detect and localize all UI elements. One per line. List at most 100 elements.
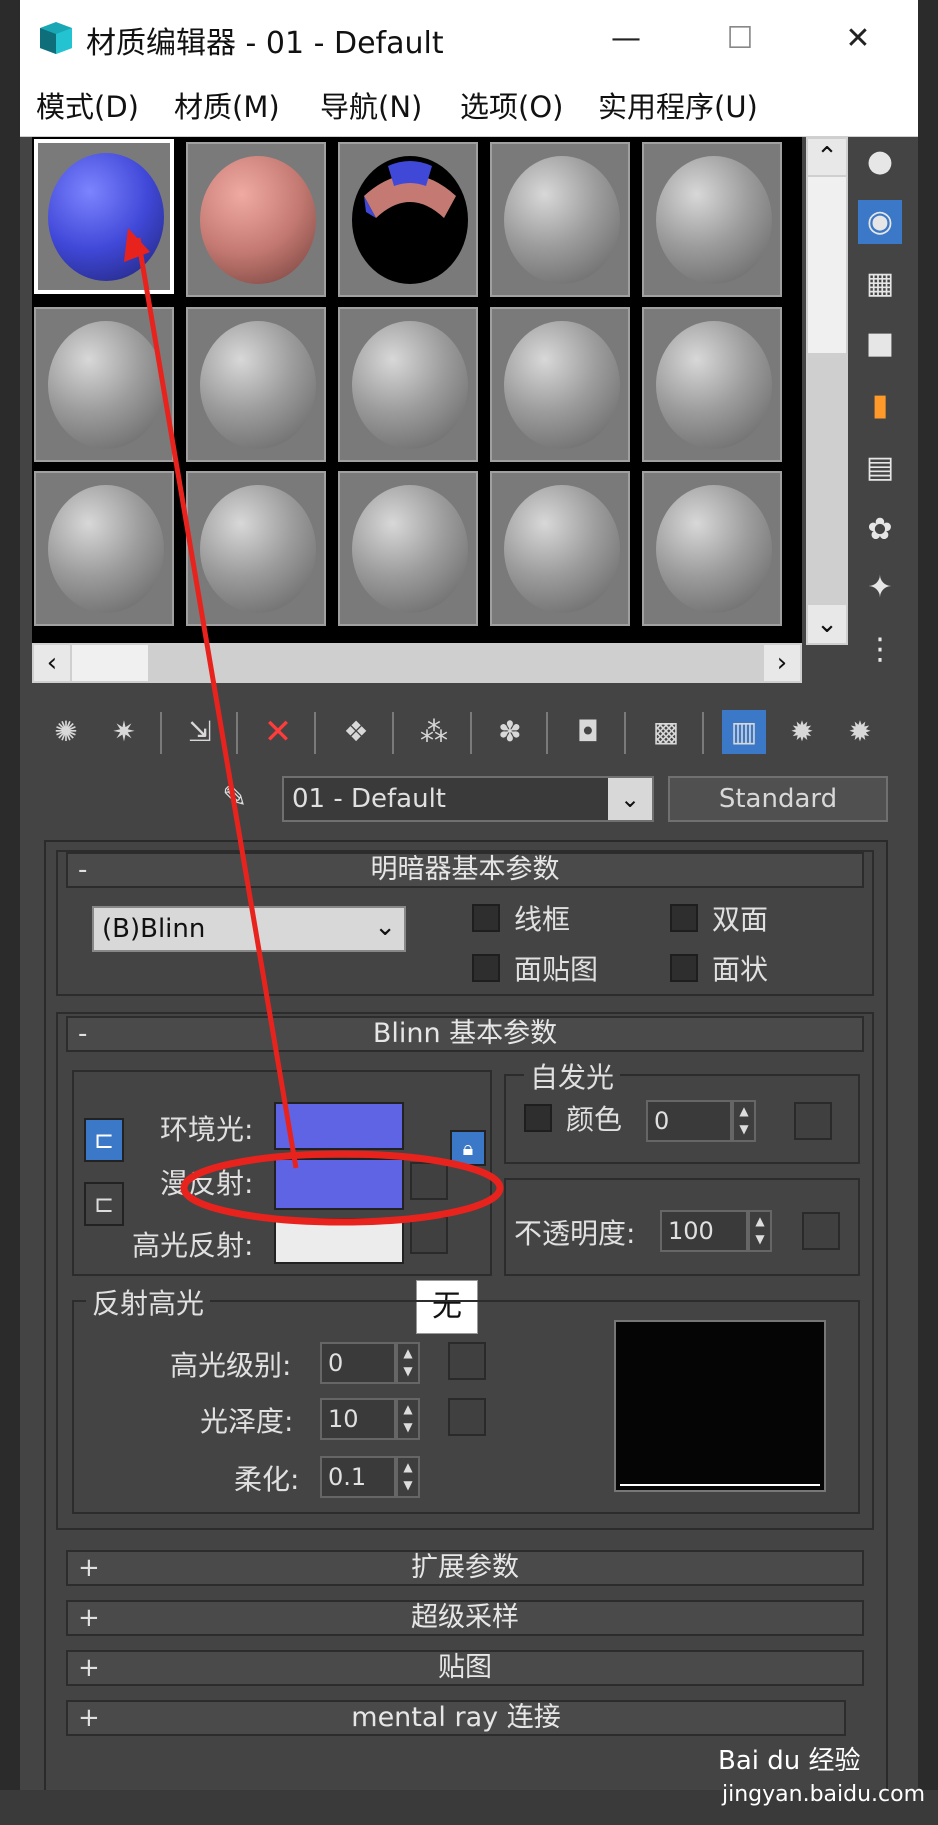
extended-params-header[interactable]: + 扩展参数 (66, 1550, 864, 1586)
sample-type-icon[interactable]: ● (858, 140, 902, 184)
sample-slot-6[interactable] (34, 307, 174, 462)
blinn-basic-header[interactable]: - Blinn 基本参数 (66, 1016, 864, 1052)
slots-horizontal-scrollbar[interactable]: ‹ › (32, 643, 802, 683)
sample-uv-tiling-icon[interactable]: ■ (858, 322, 902, 366)
lock-ambient-diffuse-bracket-icon[interactable]: ⊏ (84, 1118, 124, 1162)
scroll-right-icon[interactable]: › (764, 645, 800, 681)
shader-basic-header[interactable]: - 明暗器基本参数 (66, 852, 864, 888)
material-type-button[interactable]: Standard (668, 776, 888, 822)
make-material-copy-icon[interactable]: ❖ (334, 710, 378, 754)
supersampling-header[interactable]: + 超级采样 (66, 1600, 864, 1636)
scroll-thumb[interactable] (808, 177, 846, 353)
material-id-channel-icon[interactable]: ◘ (566, 710, 610, 754)
maximize-button[interactable]: ☐ (710, 14, 770, 64)
sample-slot-1[interactable] (34, 139, 174, 294)
scroll-down-icon[interactable]: ⌄ (808, 605, 846, 643)
sample-slot-12[interactable] (186, 471, 326, 626)
lock-icon[interactable]: 🔒︎ (450, 1130, 486, 1166)
sample-slots-grid (32, 137, 802, 645)
sphere-icon (352, 156, 468, 284)
toolbar-separator (160, 712, 162, 754)
sample-slot-2[interactable] (186, 142, 326, 297)
menu-options[interactable]: 选项(O) (460, 84, 563, 126)
ambient-color-swatch[interactable] (274, 1102, 404, 1150)
material-map-navigator-icon[interactable]: ⋮ (858, 628, 902, 672)
mental-ray-header[interactable]: + mental ray 连接 (66, 1700, 846, 1736)
opacity-spinner-arrows-icon[interactable]: ▲ ▼ (748, 1210, 772, 1252)
watermark-url: jingyan.baidu.com (722, 1782, 926, 1807)
minimize-button[interactable]: — (596, 14, 656, 64)
menu-utilities[interactable]: 实用程序(U) (598, 84, 758, 126)
sphere-icon (48, 485, 164, 613)
get-material-icon[interactable]: ✺ (44, 710, 88, 754)
select-by-material-icon[interactable]: ✦ (858, 566, 902, 610)
opacity-map-button[interactable] (802, 1212, 840, 1250)
glossiness-label: 光泽度: (200, 1405, 294, 1438)
hscroll-thumb[interactable] (72, 645, 148, 681)
glossiness-map-button[interactable] (448, 1398, 486, 1436)
soften-input[interactable]: 0.1 (320, 1456, 396, 1498)
face-map-checkbox[interactable] (472, 954, 500, 982)
sphere-icon (504, 321, 620, 449)
diffuse-map-button[interactable] (410, 1162, 448, 1200)
faceted-checkbox[interactable] (670, 954, 698, 982)
sample-slot-9[interactable] (490, 307, 630, 462)
soften-spinner-arrows-icon[interactable]: ▲ ▼ (396, 1456, 420, 1498)
sample-slot-7[interactable] (186, 307, 326, 462)
self-illum-color-label: 颜色 (566, 1103, 623, 1136)
self-illum-spinner-arrows-icon[interactable]: ▲ ▼ (732, 1100, 756, 1142)
sample-slot-5[interactable] (642, 142, 782, 297)
menu-navigation[interactable]: 导航(N) (320, 84, 422, 126)
backlight-icon[interactable]: ◉ (858, 200, 902, 244)
make-unique-icon[interactable]: ⁂ (412, 710, 456, 754)
make-preview-icon[interactable]: ▤ (858, 446, 902, 490)
two-sided-checkbox[interactable] (670, 904, 698, 932)
sample-slot-8[interactable] (338, 307, 478, 462)
self-illum-map-button[interactable] (794, 1102, 832, 1140)
reset-map-delete-icon[interactable]: ✕ (256, 710, 300, 754)
glossiness-spinner-arrows-icon[interactable]: ▲ ▼ (396, 1398, 420, 1440)
slots-vertical-scrollbar[interactable]: ⌃ ⌄ (806, 137, 848, 645)
menu-material[interactable]: 材质(M) (174, 84, 280, 126)
assign-material-icon[interactable]: ⇲ (178, 710, 222, 754)
sample-slot-11[interactable] (34, 471, 174, 626)
sample-slot-13[interactable] (338, 471, 478, 626)
shader-type-select[interactable]: (B)Blinn ⌄ (92, 906, 406, 952)
scroll-up-icon[interactable]: ⌃ (808, 139, 846, 175)
glossiness-input[interactable]: 10 (320, 1398, 396, 1440)
menu-mode[interactable]: 模式(D) (36, 84, 139, 126)
eyedropper-icon[interactable]: ✎ (222, 780, 262, 820)
show-end-result-icon[interactable]: ▥ (722, 710, 766, 754)
scroll-left-icon[interactable]: ‹ (34, 645, 70, 681)
maps-header[interactable]: + 贴图 (66, 1650, 864, 1686)
sample-slot-15[interactable] (642, 471, 782, 626)
specular-map-button[interactable] (410, 1216, 448, 1254)
show-shaded-material-icon[interactable]: ▩ (644, 710, 688, 754)
diffuse-color-swatch[interactable] (274, 1158, 404, 1210)
sample-slot-3[interactable] (338, 142, 478, 297)
background-checker-icon[interactable]: ▦ (858, 262, 902, 306)
video-color-check-icon[interactable]: ▮ (858, 384, 902, 428)
sample-slot-10[interactable] (642, 307, 782, 462)
sample-slot-4[interactable] (490, 142, 630, 297)
material-name-value: 01 - Default (292, 784, 446, 814)
self-illum-color-checkbox[interactable] (524, 1104, 552, 1132)
self-illum-value-input[interactable]: 0 (646, 1100, 732, 1142)
close-button[interactable]: ✕ (828, 14, 888, 64)
specular-level-map-button[interactable] (448, 1342, 486, 1380)
put-to-library-icon[interactable]: ✽ (488, 710, 532, 754)
wire-checkbox[interactable] (472, 904, 500, 932)
opacity-value-input[interactable]: 100 (660, 1210, 748, 1252)
material-name-field[interactable]: 01 - Default ⌄ (282, 776, 654, 822)
go-forward-sibling-icon[interactable]: ✹ (838, 710, 882, 754)
put-material-icon[interactable]: ✷ (102, 710, 146, 754)
specular-color-swatch[interactable] (274, 1218, 404, 1264)
go-to-parent-icon[interactable]: ✹ (780, 710, 824, 754)
specular-level-input[interactable]: 0 (320, 1342, 396, 1384)
chevron-down-icon[interactable]: ⌄ (608, 778, 652, 820)
lock-diffuse-specular-bracket-icon[interactable]: ⊏ (84, 1182, 124, 1226)
options-icon[interactable]: ✿ (858, 508, 902, 552)
specular-level-spinner-arrows-icon[interactable]: ▲ ▼ (396, 1342, 420, 1384)
sample-slot-14[interactable] (490, 471, 630, 626)
blinn-basic-title: Blinn 基本参数 (372, 1018, 558, 1049)
